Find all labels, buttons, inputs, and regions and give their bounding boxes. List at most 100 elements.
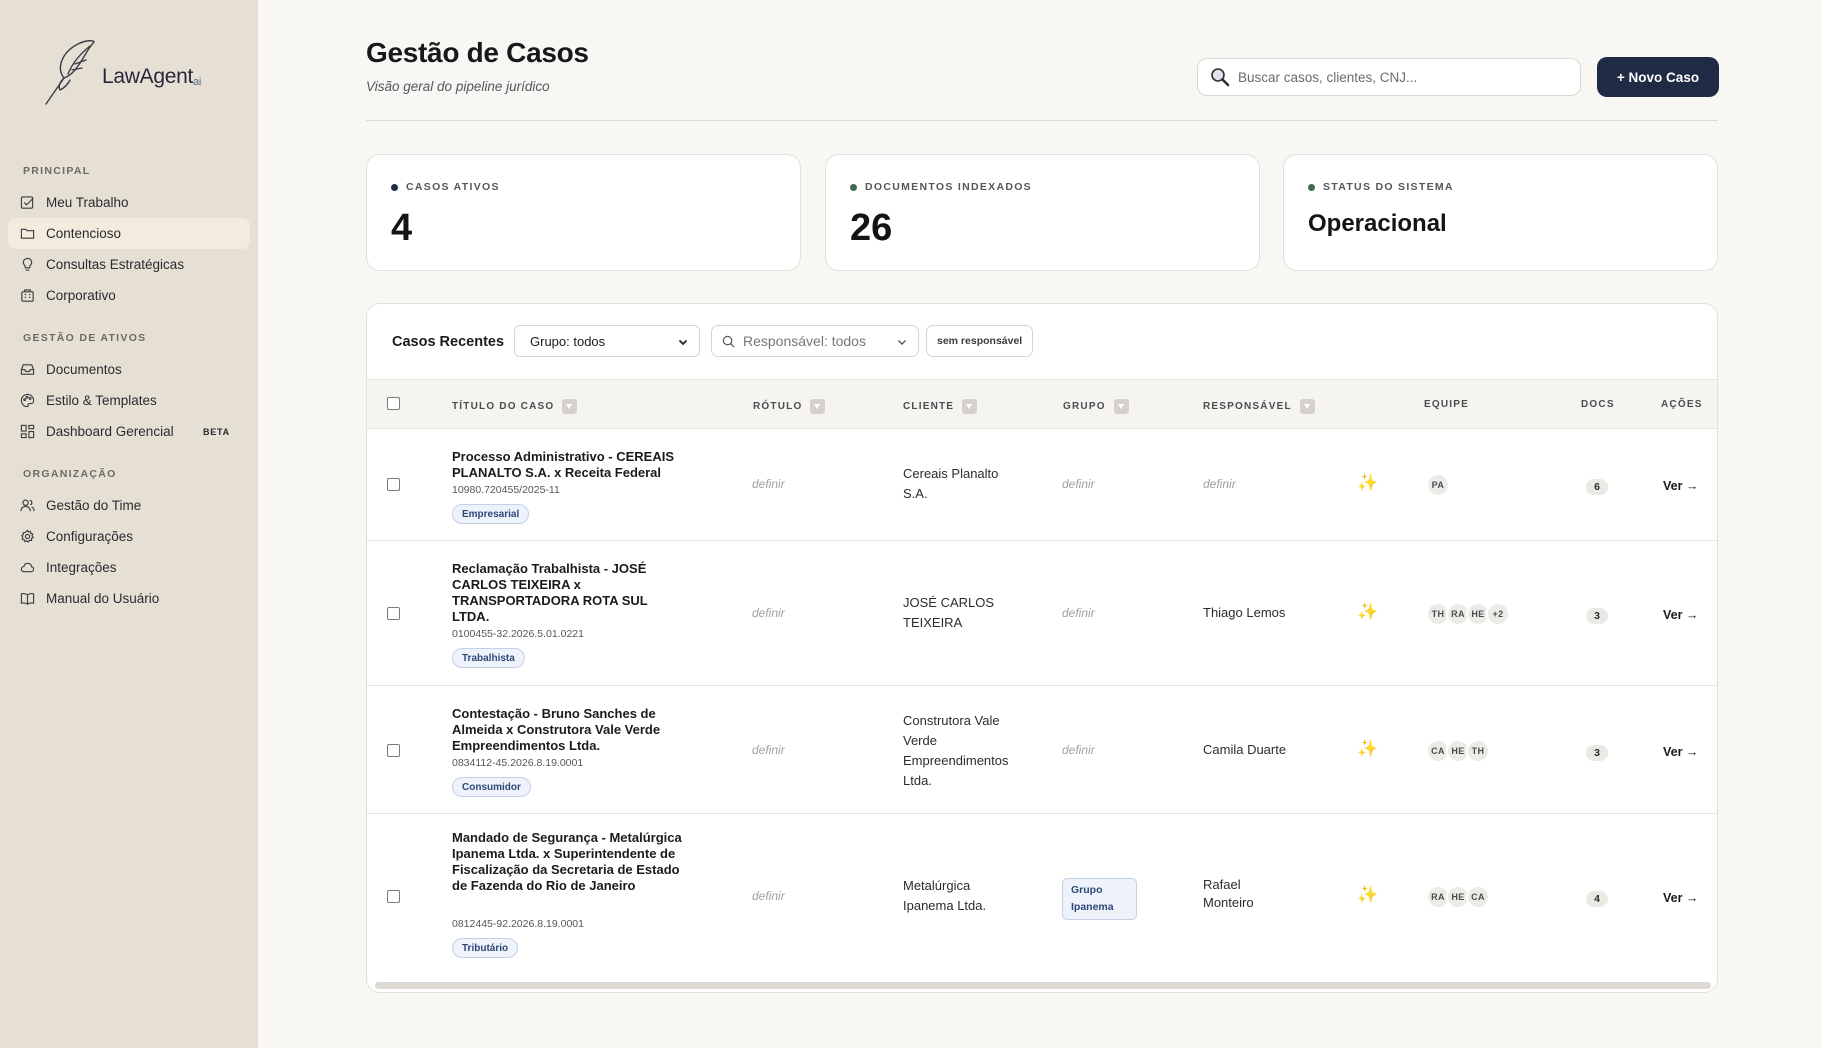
case-tag: Trabalhista bbox=[452, 648, 525, 668]
sort-icon[interactable] bbox=[810, 399, 826, 414]
column-docs: DOCS bbox=[1581, 399, 1615, 410]
column-label[interactable]: RÓTULO bbox=[753, 399, 826, 414]
row-checkbox[interactable] bbox=[387, 478, 400, 491]
docs-count-badge: 4 bbox=[1586, 891, 1608, 907]
search-box[interactable] bbox=[1197, 58, 1581, 96]
sparkle-icon[interactable]: ✨ bbox=[1357, 602, 1378, 622]
table-row[interactable]: Contestação - Bruno Sanches de Almeida x… bbox=[367, 686, 1717, 814]
group-placeholder[interactable]: definir bbox=[1062, 606, 1095, 620]
palette-icon bbox=[20, 393, 35, 408]
horizontal-scrollbar[interactable] bbox=[375, 982, 1711, 989]
team-avatars: RA HE CA bbox=[1426, 885, 1490, 909]
sidebar-item-label: Configurações bbox=[46, 529, 134, 544]
case-cnj: 0834112-45.2026.8.19.0001 bbox=[452, 757, 584, 769]
sidebar-item-configuracoes[interactable]: Configurações bbox=[8, 521, 250, 552]
group-filter-value: Grupo: todos bbox=[530, 333, 606, 349]
users-icon bbox=[20, 499, 35, 512]
checkbox-edit-icon bbox=[20, 196, 34, 209]
stat-card-system-status: STATUS DO SISTEMA Operacional bbox=[1283, 154, 1718, 271]
group-tag[interactable]: Grupo Ipanema bbox=[1062, 878, 1137, 920]
sidebar-item-estilo-templates[interactable]: Estilo & Templates bbox=[8, 385, 250, 416]
stat-label: CASOS ATIVOS bbox=[391, 181, 500, 193]
view-case-link[interactable]: Ver → bbox=[1663, 891, 1698, 905]
team-avatars: PA bbox=[1426, 473, 1450, 497]
row-checkbox[interactable] bbox=[387, 744, 400, 757]
sidebar-item-label: Documentos bbox=[46, 362, 122, 377]
case-title[interactable]: Processo Administrativo - CEREAIS PLANAL… bbox=[452, 449, 692, 481]
sidebar-item-meu-trabalho[interactable]: Meu Trabalho bbox=[8, 187, 250, 218]
sparkle-icon[interactable]: ✨ bbox=[1357, 885, 1378, 905]
row-checkbox[interactable] bbox=[387, 607, 400, 620]
group-filter-select[interactable]: Grupo: todos bbox=[514, 325, 700, 357]
column-owner[interactable]: RESPONSÁVEL bbox=[1203, 399, 1315, 414]
label-placeholder[interactable]: definir bbox=[752, 889, 785, 903]
status-dot bbox=[1308, 183, 1315, 191]
client-cell: Metalúrgica Ipanema Ltda. bbox=[903, 878, 987, 913]
owner-filter-select[interactable]: Responsável: todos bbox=[711, 325, 919, 357]
new-case-button[interactable]: + Novo Caso bbox=[1597, 57, 1719, 97]
sidebar-item-dashboard[interactable]: Dashboard Gerencial BETA bbox=[8, 416, 250, 447]
gear-icon bbox=[20, 529, 35, 543]
sparkle-icon[interactable]: ✨ bbox=[1357, 473, 1378, 493]
logo[interactable]: LawAgentai bbox=[42, 38, 201, 108]
avatar-overflow[interactable]: +2 bbox=[1486, 602, 1510, 626]
case-title[interactable]: Contestação - Bruno Sanches de Almeida x… bbox=[452, 706, 687, 754]
nav-section-organizacao: ORGANIZAÇÃO Gestão do Time Configurações… bbox=[0, 463, 258, 614]
sidebar-item-corporativo[interactable]: Corporativo bbox=[8, 280, 250, 311]
sidebar-item-integracoes[interactable]: Integrações bbox=[8, 552, 250, 583]
owner-cell: Camila Duarte bbox=[1203, 742, 1287, 757]
column-actions: AÇÕES bbox=[1661, 399, 1703, 410]
stat-label: DOCUMENTOS INDEXADOS bbox=[850, 181, 1032, 193]
chevron-down-icon bbox=[678, 339, 688, 346]
client-cell: Construtora Vale Verde Empreendimentos L… bbox=[903, 713, 1009, 788]
view-case-link[interactable]: Ver → bbox=[1663, 479, 1698, 493]
status-dot bbox=[850, 183, 857, 191]
table-row[interactable]: Mandado de Segurança - Metalúrgica Ipane… bbox=[367, 814, 1717, 979]
logo-text: LawAgentai bbox=[102, 65, 201, 88]
sort-icon[interactable] bbox=[1113, 399, 1129, 414]
chevron-down-icon bbox=[898, 340, 906, 345]
sidebar-item-consultas[interactable]: Consultas Estratégicas bbox=[8, 249, 250, 280]
table-row[interactable]: Reclamação Trabalhista - JOSÉ CARLOS TEI… bbox=[367, 541, 1717, 686]
status-dot bbox=[391, 183, 398, 191]
sort-icon[interactable] bbox=[962, 399, 978, 414]
column-title[interactable]: TÍTULO DO CASO bbox=[452, 399, 578, 414]
lightbulb-icon bbox=[22, 257, 33, 271]
no-owner-filter-button[interactable]: sem responsável bbox=[926, 325, 1034, 357]
sort-icon[interactable] bbox=[562, 399, 578, 414]
sort-icon[interactable] bbox=[1299, 399, 1315, 414]
team-avatars: CA HE TH bbox=[1426, 739, 1490, 763]
team-avatars: TH RA HE +2 bbox=[1426, 602, 1510, 626]
sidebar-item-label: Estilo & Templates bbox=[46, 393, 157, 408]
case-title[interactable]: Mandado de Segurança - Metalúrgica Ipane… bbox=[452, 830, 687, 894]
case-tag: Tributário bbox=[452, 938, 519, 958]
case-tag: Empresarial bbox=[452, 504, 530, 524]
owner-placeholder[interactable]: definir bbox=[1203, 477, 1236, 491]
stat-label: STATUS DO SISTEMA bbox=[1308, 181, 1454, 193]
group-placeholder[interactable]: definir bbox=[1062, 743, 1095, 757]
sidebar-item-contencioso[interactable]: Contencioso bbox=[8, 218, 250, 249]
group-placeholder[interactable]: definir bbox=[1062, 477, 1095, 491]
row-checkbox[interactable] bbox=[387, 890, 400, 903]
label-placeholder[interactable]: definir bbox=[752, 477, 785, 491]
case-cnj: 10980.720455/2025-11 bbox=[452, 484, 560, 496]
case-title[interactable]: Reclamação Trabalhista - JOSÉ CARLOS TEI… bbox=[452, 561, 677, 625]
column-group[interactable]: GRUPO bbox=[1063, 399, 1129, 414]
view-case-link[interactable]: Ver → bbox=[1663, 745, 1698, 759]
view-case-link[interactable]: Ver → bbox=[1663, 608, 1698, 622]
column-client[interactable]: CLIENTE bbox=[903, 399, 978, 414]
sparkle-icon[interactable]: ✨ bbox=[1357, 739, 1378, 759]
sidebar-item-manual[interactable]: Manual do Usuário bbox=[8, 583, 250, 614]
owner-cell: Rafael Monteiro bbox=[1203, 877, 1254, 910]
label-placeholder[interactable]: definir bbox=[752, 606, 785, 620]
docs-count-badge: 3 bbox=[1586, 745, 1608, 761]
sidebar-item-documentos[interactable]: Documentos bbox=[8, 354, 250, 385]
sidebar-item-gestao-time[interactable]: Gestão do Time bbox=[8, 490, 250, 521]
label-placeholder[interactable]: definir bbox=[752, 743, 785, 757]
table-row[interactable]: Processo Administrativo - CEREAIS PLANAL… bbox=[367, 429, 1717, 541]
search-input[interactable] bbox=[1238, 69, 1558, 85]
select-all-checkbox[interactable] bbox=[387, 397, 400, 410]
avatar: TH bbox=[1466, 739, 1490, 763]
docs-count-badge: 3 bbox=[1586, 608, 1608, 624]
quill-icon bbox=[45, 39, 95, 105]
